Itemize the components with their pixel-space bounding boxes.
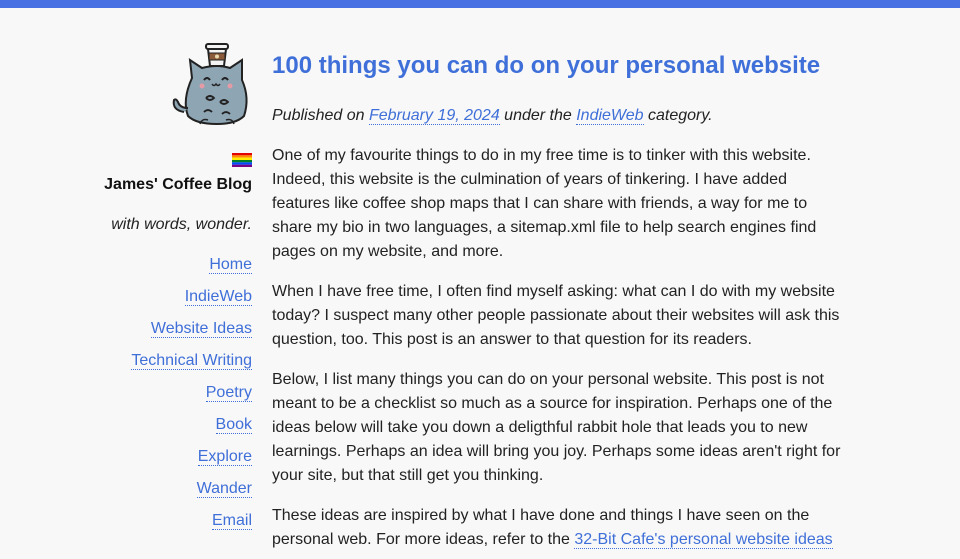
cat-with-coffee-cup-icon	[172, 43, 248, 126]
meta-suffix: category.	[643, 107, 713, 124]
sidebar: James' Coffee Blog with words, wonder. H…	[90, 40, 252, 559]
post-date-link[interactable]: February 19, 2024	[368, 107, 500, 125]
post-content: 100 things you can do on your personal w…	[272, 44, 844, 552]
nav-link-technical-writing[interactable]: Technical Writing	[131, 352, 252, 370]
nav-link-explore[interactable]: Explore	[197, 448, 252, 466]
sidebar-nav: Home IndieWeb Website Ideas Technical Wr…	[90, 255, 252, 543]
nav-link-wander[interactable]: Wander	[196, 480, 252, 498]
nav-link-website-ideas[interactable]: Website Ideas	[150, 320, 252, 338]
top-accent-bar	[0, 0, 960, 8]
post-meta: Published on February 19, 2024 under the…	[272, 104, 844, 128]
post-paragraph: Below, I list many things you can do on …	[272, 371, 841, 484]
nav-link-home[interactable]: Home	[209, 256, 252, 274]
post-title: 100 things you can do on your personal w…	[272, 52, 821, 79]
rainbow-flag-icon	[90, 153, 252, 167]
site-logo[interactable]	[90, 40, 252, 131]
site-title: James' Coffee Blog	[104, 176, 252, 193]
nav-link-email[interactable]: Email	[211, 512, 252, 530]
32-bit-cafe-link[interactable]: 32-Bit Cafe's personal website ideas	[574, 531, 833, 549]
nav-link-indieweb[interactable]: IndieWeb	[184, 288, 252, 306]
nav-link-book[interactable]: Book	[215, 416, 252, 434]
post-paragraph: When I have free time, I often find myse…	[272, 283, 840, 348]
meta-prefix: Published on	[272, 107, 369, 124]
site-tagline: with words, wonder.	[111, 216, 252, 233]
meta-mid: under the	[499, 107, 577, 124]
post-category-link[interactable]: IndieWeb	[576, 107, 644, 125]
post-paragraph: These ideas are inspired by what I have …	[272, 504, 844, 552]
post-paragraph: One of my favourite things to do in my f…	[272, 147, 817, 260]
nav-link-poetry[interactable]: Poetry	[205, 384, 252, 402]
